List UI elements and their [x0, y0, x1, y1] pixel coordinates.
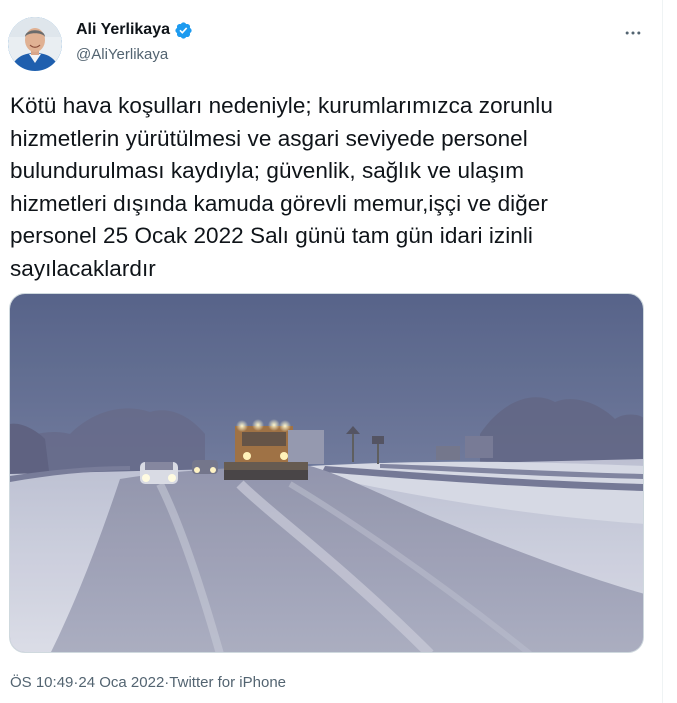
more-horizontal-icon — [625, 31, 641, 35]
author-display-name[interactable]: Ali Yerlikaya — [76, 20, 170, 40]
tweet-card: Ali Yerlikaya @AliYerlikaya Kötü hava ko… — [0, 0, 662, 703]
more-options-button[interactable] — [616, 16, 650, 50]
avatar-image — [8, 17, 62, 71]
snowy-road-photo — [10, 294, 643, 652]
column-divider — [662, 0, 663, 703]
tweet-text: Kötü hava koşulları nedeniyle; kurumları… — [10, 93, 553, 281]
tweet-media-photo[interactable] — [9, 293, 644, 653]
avatar[interactable] — [8, 17, 62, 71]
author-name-row[interactable]: Ali Yerlikaya — [76, 20, 193, 40]
tweet-source[interactable]: Twitter for iPhone — [169, 673, 286, 693]
verified-badge-icon — [174, 21, 193, 40]
tweet-date[interactable]: 24 Oca 2022 — [78, 673, 164, 693]
author-handle[interactable]: @AliYerlikaya — [76, 45, 168, 65]
tweet-time[interactable]: ÖS 10:49 — [10, 673, 73, 693]
tweet-meta: ÖS 10:49 · 24 Oca 2022 · Twitter for iPh… — [10, 673, 286, 693]
